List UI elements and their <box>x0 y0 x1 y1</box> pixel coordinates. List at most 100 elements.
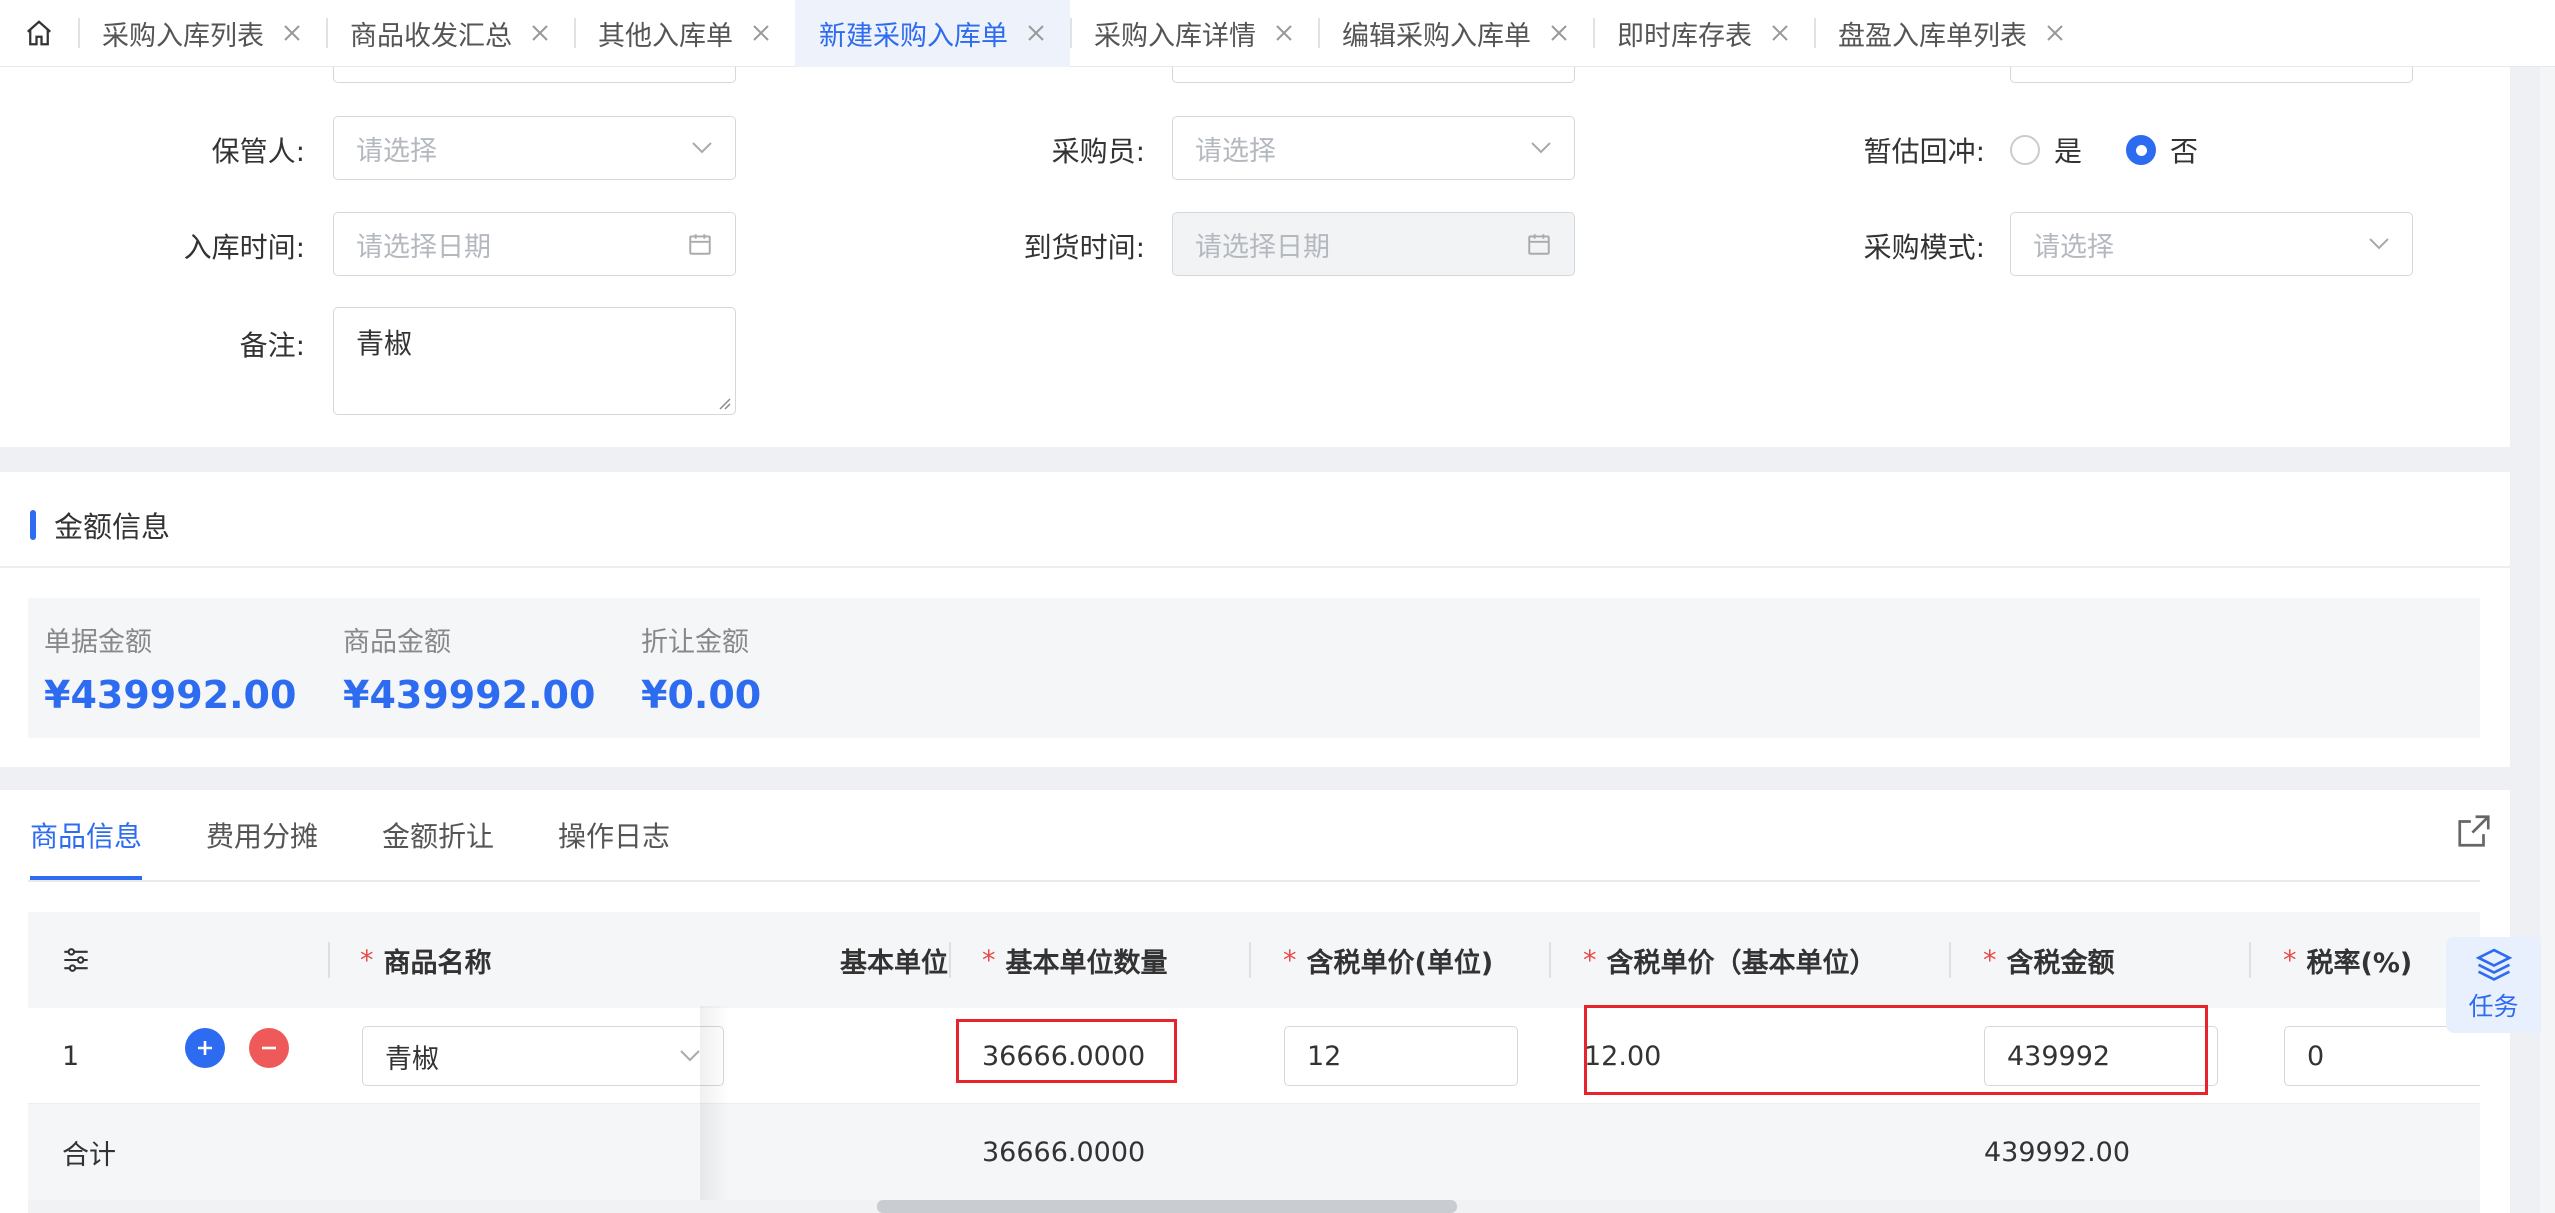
tab-purchase-in-list[interactable]: 采购入库列表 <box>78 0 326 67</box>
amount-caption: 折让金额 <box>641 627 749 658</box>
amount-value: ¥439992.00 <box>44 673 297 717</box>
calendar-icon <box>689 234 711 255</box>
previous-row-input[interactable] <box>2010 67 2413 83</box>
vertical-scrollbar[interactable] <box>2540 67 2555 1213</box>
arrival-time-picker[interactable]: 请选择日期 <box>1172 212 1575 276</box>
task-float-button[interactable]: 任务 <box>2446 937 2541 1033</box>
radio-yes-label: 是 <box>2054 135 2083 168</box>
column-separator <box>1249 942 1251 978</box>
chevron-down-icon <box>2369 238 2389 250</box>
close-icon[interactable] <box>751 23 771 43</box>
column-settings[interactable] <box>62 912 90 1008</box>
close-icon[interactable] <box>530 23 550 43</box>
purchase-mode-label: 采购模式: <box>1863 231 1985 264</box>
header-goods-name: * 商品名称 <box>360 944 492 979</box>
keeper-select[interactable]: 请选择 <box>333 116 736 180</box>
summary-label: 合计 <box>62 1139 116 1171</box>
close-icon[interactable] <box>1026 23 1046 43</box>
tab-other-in[interactable]: 其他入库单 <box>574 0 795 67</box>
tab-purchase-in-detail[interactable]: 采购入库详情 <box>1070 0 1318 67</box>
chevron-down-icon <box>692 142 712 154</box>
tab-amount-discount[interactable]: 金额折让 <box>382 790 494 880</box>
header-base-unit: 基本单位 <box>840 947 948 979</box>
chevron-down-icon <box>680 1050 700 1062</box>
tab-label: 即时库存表 <box>1617 20 1752 52</box>
close-icon[interactable] <box>1549 23 1569 43</box>
tab-label: 编辑采购入库单 <box>1342 20 1531 52</box>
column-separator <box>328 942 330 978</box>
goods-amount: 商品金额 ¥439992.00 <box>343 620 595 717</box>
column-separator <box>1549 942 1551 978</box>
close-icon[interactable] <box>282 23 302 43</box>
header-price-unit: * 含税单价(单位) <box>1283 944 1494 979</box>
summary-amount: 439992.00 <box>1984 1136 2131 1168</box>
amount-caption: 商品金额 <box>343 627 451 658</box>
tab-label: 采购入库列表 <box>102 20 264 52</box>
header-price-base: * 含税单价（基本单位） <box>1583 944 1877 979</box>
tab-label: 采购入库详情 <box>1094 20 1256 52</box>
remark-label: 备注: <box>239 329 305 362</box>
highlight-price-amount <box>1584 1005 2208 1095</box>
resize-grip-icon[interactable] <box>715 394 731 410</box>
price-unit-value: 12 <box>1307 1040 1342 1072</box>
remark-value: 青椒 <box>356 327 413 360</box>
tab-operation-log[interactable]: 操作日志 <box>558 790 670 880</box>
tab-surplus-in-list[interactable]: 盘盈入库单列表 <box>1814 0 2089 67</box>
buyer-placeholder: 请选择 <box>1195 135 1276 167</box>
home-button[interactable] <box>0 0 78 67</box>
home-icon <box>27 20 51 46</box>
header-amount: * 含税金额 <box>1983 944 2115 979</box>
close-icon[interactable] <box>2045 23 2065 43</box>
amount-summary-box: 单据金额 ¥439992.00 商品金额 ¥439992.00 折让金额 ¥0.… <box>28 598 2480 738</box>
provisional-label: 暂估回冲: <box>1863 135 1985 168</box>
table-summary-row: 合计 36666.0000 439992.00 <box>28 1104 2480 1200</box>
header-base-qty: * 基本单位数量 <box>982 944 1168 979</box>
purchase-mode-select[interactable]: 请选择 <box>2010 212 2413 276</box>
previous-row-input[interactable] <box>333 67 736 83</box>
tab-edit-purchase-in[interactable]: 编辑采购入库单 <box>1318 0 1593 67</box>
amount-caption: 单据金额 <box>44 627 152 658</box>
tax-rate-value: 0 <box>2307 1040 2325 1072</box>
tab-goods-info[interactable]: 商品信息 <box>30 790 143 880</box>
column-separator <box>1949 942 1951 978</box>
add-row-button[interactable] <box>185 1028 225 1068</box>
close-icon[interactable] <box>1770 23 1790 43</box>
radio-no[interactable] <box>2126 135 2157 165</box>
goods-name-select[interactable]: 青椒 <box>362 1026 724 1086</box>
tab-realtime-stock[interactable]: 即时库存表 <box>1593 0 1814 67</box>
goods-name-value: 青椒 <box>385 1043 439 1075</box>
amount-section-title: 金额信息 <box>30 504 170 546</box>
tab-label: 商品收发汇总 <box>350 20 512 52</box>
highlight-base-qty <box>956 1019 1177 1083</box>
in-time-picker[interactable]: 请选择日期 <box>333 212 736 276</box>
purchase-mode-placeholder: 请选择 <box>2033 231 2114 263</box>
tax-rate-input[interactable]: 0 <box>2284 1026 2480 1086</box>
remark-textarea[interactable]: 青椒 <box>333 307 736 415</box>
export-icon[interactable] <box>2455 812 2493 850</box>
frozen-column-shadow <box>700 1006 730 1213</box>
radio-yes[interactable] <box>2010 135 2040 165</box>
keeper-label: 保管人: <box>211 135 305 168</box>
divider <box>0 566 2510 568</box>
previous-row-input[interactable] <box>1172 67 1575 83</box>
horizontal-scroll-thumb[interactable] <box>877 1200 1457 1213</box>
table-header: * 商品名称 基本单位 * 基本单位数量 * 含税单价(单位) * 含税单价（基本单位）… <box>28 912 2480 1008</box>
tab-goods-summary[interactable]: 商品收发汇总 <box>326 0 574 67</box>
summary-base-qty: 36666.0000 <box>982 1136 1146 1168</box>
buyer-select[interactable]: 请选择 <box>1172 116 1575 180</box>
tab-label: 新建采购入库单 <box>819 20 1008 52</box>
header-tax-rate: * 税率(%) <box>2283 944 2413 979</box>
arrival-time-placeholder: 请选择日期 <box>1195 231 1330 263</box>
buyer-label: 采购员: <box>1051 135 1145 168</box>
tab-label: 盘盈入库单列表 <box>1838 20 2027 52</box>
minus-icon <box>262 1046 276 1050</box>
price-unit-input[interactable]: 12 <box>1284 1026 1518 1086</box>
tab-new-purchase-in[interactable]: 新建采购入库单 <box>795 0 1070 67</box>
in-time-placeholder: 请选择日期 <box>356 231 491 263</box>
sliders-icon <box>64 948 88 972</box>
keeper-placeholder: 请选择 <box>356 135 437 167</box>
tab-label: 其他入库单 <box>598 20 733 52</box>
remove-row-button[interactable] <box>249 1028 289 1068</box>
tab-cost-allocation[interactable]: 费用分摊 <box>206 790 318 880</box>
close-icon[interactable] <box>1274 23 1294 43</box>
